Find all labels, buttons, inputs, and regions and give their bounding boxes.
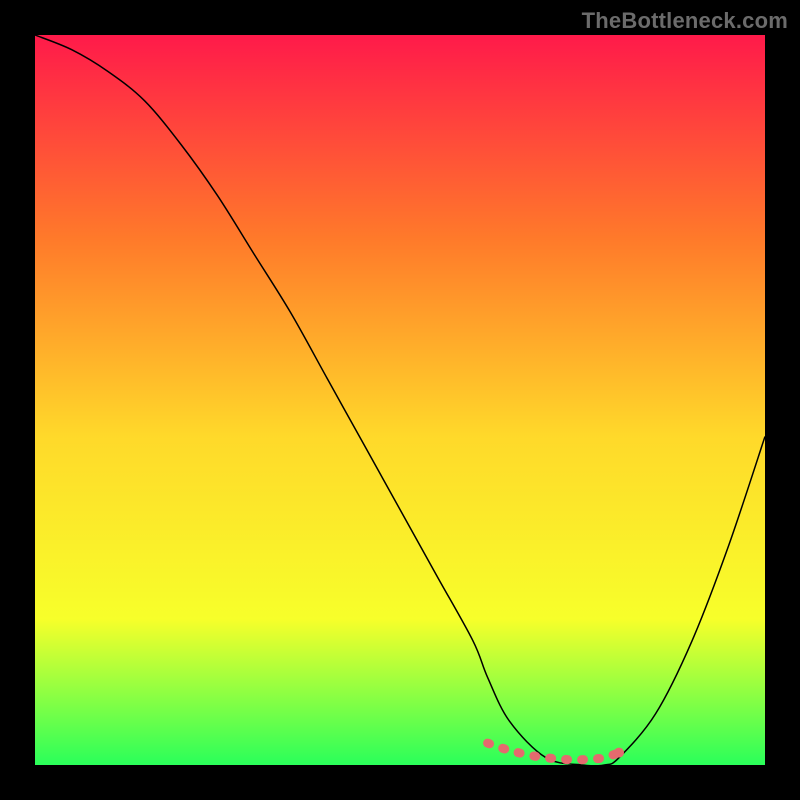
chart-container: TheBottleneck.com <box>0 0 800 800</box>
plot-svg <box>35 35 765 765</box>
plot-area <box>35 35 765 765</box>
watermark-label: TheBottleneck.com <box>582 8 788 34</box>
optimal-marker-dot <box>614 748 624 758</box>
gradient-background <box>35 35 765 765</box>
